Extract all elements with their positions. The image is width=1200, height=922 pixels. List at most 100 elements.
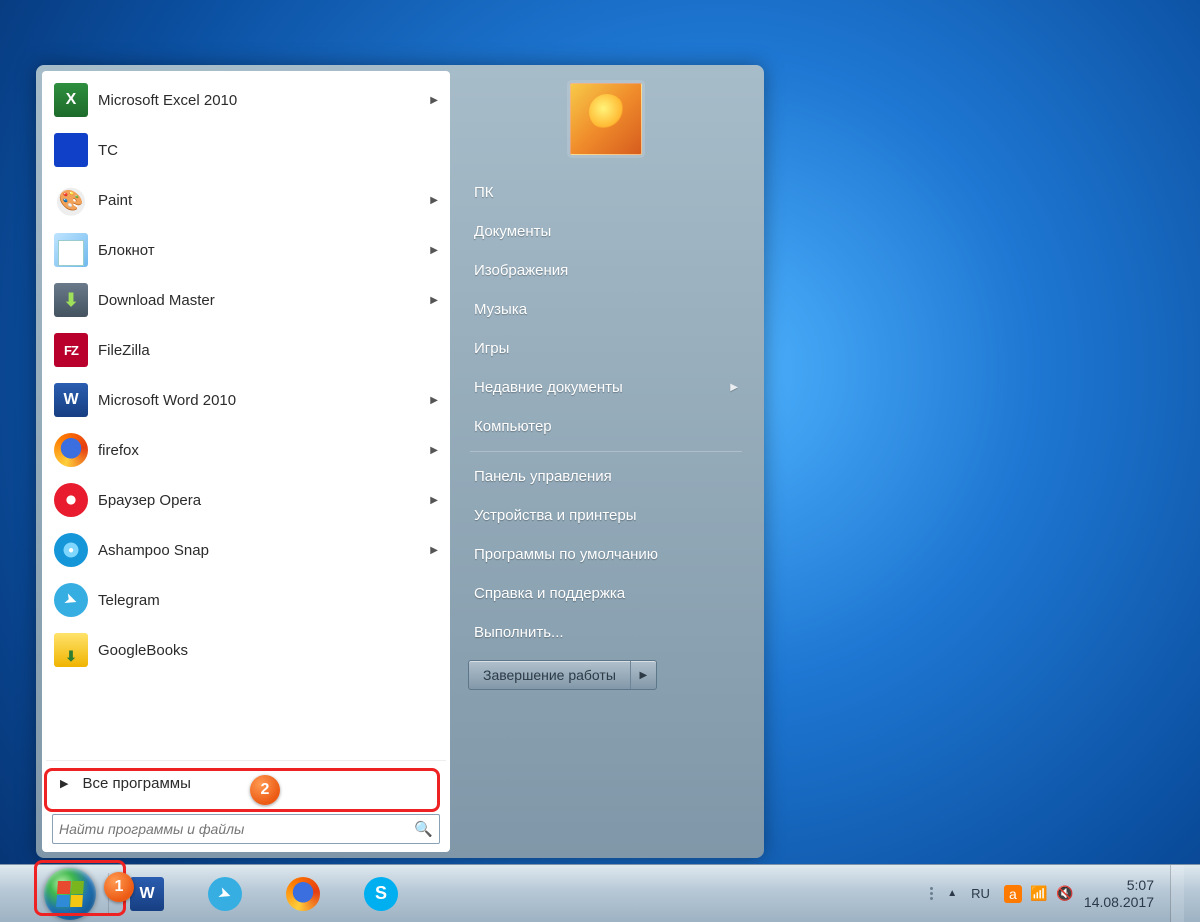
taskbar: ▲ RU a 📶 🔇 5:07 14.08.2017	[0, 864, 1200, 922]
submenu-arrow-icon: ▶	[430, 195, 438, 206]
language-indicator[interactable]: RU	[967, 885, 994, 902]
places-link[interactable]: Справка и поддержка	[468, 574, 744, 613]
program-item[interactable]: Браузер Opera▶	[46, 475, 446, 525]
submenu-arrow-icon: ▶	[730, 382, 738, 393]
places-link[interactable]: Программы по умолчанию	[468, 535, 744, 574]
places-link-label: Выполнить...	[474, 624, 564, 641]
places-link[interactable]: Документы	[468, 212, 744, 251]
tg-icon	[54, 583, 88, 617]
places-link-label: ПК	[474, 184, 494, 201]
volume-muted-icon[interactable]: 🔇	[1056, 885, 1074, 903]
taskbar-app-skype[interactable]	[349, 870, 423, 918]
dm-icon	[54, 283, 88, 317]
places-link[interactable]: Музыка	[468, 290, 744, 329]
program-label: Ashampoo Snap	[98, 542, 430, 559]
places-link[interactable]: Устройства и принтеры	[468, 496, 744, 535]
note-icon	[54, 233, 88, 267]
submenu-arrow-icon: ▶	[430, 545, 438, 556]
places-list: ПК Документы Изображения Музыка Игры Недавние…	[468, 173, 744, 652]
clock-time: 5:07	[1084, 877, 1154, 893]
search-box[interactable]: 🔍	[52, 814, 440, 844]
search-input[interactable]	[59, 821, 414, 837]
system-tray: ▲ RU a 📶 🔇 5:07 14.08.2017	[930, 865, 1200, 922]
taskbar-app-telegram[interactable]	[193, 870, 267, 918]
start-button[interactable]	[44, 868, 96, 920]
program-item[interactable]: Paint▶	[46, 175, 446, 225]
places-link-label: Панель управления	[474, 468, 612, 485]
places-link-label: Недавние документы	[474, 379, 623, 396]
submenu-arrow-icon: ▶	[430, 445, 438, 456]
snap-icon	[54, 533, 88, 567]
program-label: Paint	[98, 192, 430, 209]
program-item[interactable]: firefox▶	[46, 425, 446, 475]
places-link-label: Изображения	[474, 262, 568, 279]
submenu-arrow-icon: ▶	[430, 495, 438, 506]
tray-icons: a 📶 🔇	[1004, 885, 1074, 903]
places-link-label: Программы по умолчанию	[474, 546, 658, 563]
places-link[interactable]: Компьютер	[468, 407, 744, 446]
start-menu-right-pane: ПК Документы Изображения Музыка Игры Недавние…	[450, 71, 758, 852]
program-label: Microsoft Excel 2010	[98, 92, 430, 109]
taskbar-app-firefox[interactable]	[271, 870, 345, 918]
program-label: firefox	[98, 442, 430, 459]
show-hidden-icons[interactable]: ▲	[947, 888, 957, 899]
places-link-label: Справка и поддержка	[474, 585, 625, 602]
user-picture-frame[interactable]	[468, 79, 744, 173]
submenu-arrow-icon: ▶	[430, 295, 438, 306]
taskbar-separator	[108, 873, 109, 915]
program-label: Браузер Opera	[98, 492, 430, 509]
places-link[interactable]: Выполнить...	[468, 613, 744, 652]
places-link[interactable]: ПК	[468, 173, 744, 212]
clock[interactable]: 5:07 14.08.2017	[1084, 877, 1154, 909]
tray-app-icon[interactable]: a	[1004, 885, 1022, 903]
places-link[interactable]: Недавние документы ▶	[468, 368, 744, 407]
start-menu-left-pane: Microsoft Excel 2010▶TCPaint▶Блокнот▶Dow…	[42, 71, 450, 852]
program-item[interactable]: Microsoft Excel 2010▶	[46, 75, 446, 125]
taskbar-app-word[interactable]	[115, 870, 189, 918]
places-link[interactable]: Изображения	[468, 251, 744, 290]
paint-icon	[54, 183, 88, 217]
gb-icon	[54, 633, 88, 667]
submenu-arrow-icon: ▶	[430, 245, 438, 256]
user-picture	[570, 83, 642, 155]
program-item[interactable]: Microsoft Word 2010▶	[46, 375, 446, 425]
firefox-icon	[286, 877, 320, 911]
program-label: TC	[98, 142, 438, 159]
recent-programs-list: Microsoft Excel 2010▶TCPaint▶Блокнот▶Dow…	[46, 75, 446, 760]
all-programs-label: Все программы	[82, 775, 190, 792]
places-link-label: Музыка	[474, 301, 527, 318]
program-label: Блокнот	[98, 242, 430, 259]
start-menu: Microsoft Excel 2010▶TCPaint▶Блокнот▶Dow…	[36, 65, 764, 858]
all-programs-button[interactable]: ▶ Все программы	[46, 760, 446, 806]
word-icon	[130, 877, 164, 911]
network-icon[interactable]: 📶	[1030, 885, 1048, 903]
shutdown-label: Завершение работы	[469, 667, 630, 683]
search-row: 🔍	[46, 806, 446, 848]
fz-icon	[54, 333, 88, 367]
telegram-icon	[208, 877, 242, 911]
excel-icon	[54, 83, 88, 117]
program-item[interactable]: Блокнот▶	[46, 225, 446, 275]
triangle-right-icon: ▶	[60, 777, 68, 790]
program-item[interactable]: GoogleBooks	[46, 625, 446, 675]
program-item[interactable]: Telegram	[46, 575, 446, 625]
program-label: Microsoft Word 2010	[98, 392, 430, 409]
submenu-arrow-icon: ▶	[430, 95, 438, 106]
windows-logo-icon	[56, 881, 84, 907]
program-item[interactable]: TC	[46, 125, 446, 175]
places-link-label: Игры	[474, 340, 509, 357]
shutdown-options-arrow[interactable]: ▶	[630, 661, 656, 689]
opera-icon	[54, 483, 88, 517]
places-link[interactable]: Панель управления	[468, 457, 744, 496]
places-link[interactable]: Игры	[468, 329, 744, 368]
tc-icon	[54, 133, 88, 167]
program-item[interactable]: Download Master▶	[46, 275, 446, 325]
places-link-label: Компьютер	[474, 418, 552, 435]
program-item[interactable]: Ashampoo Snap▶	[46, 525, 446, 575]
program-item[interactable]: FileZilla	[46, 325, 446, 375]
show-desktop-button[interactable]	[1170, 865, 1184, 922]
program-label: Telegram	[98, 592, 438, 609]
program-label: FileZilla	[98, 342, 438, 359]
shutdown-button[interactable]: Завершение работы ▶	[468, 660, 657, 690]
word-icon	[54, 383, 88, 417]
